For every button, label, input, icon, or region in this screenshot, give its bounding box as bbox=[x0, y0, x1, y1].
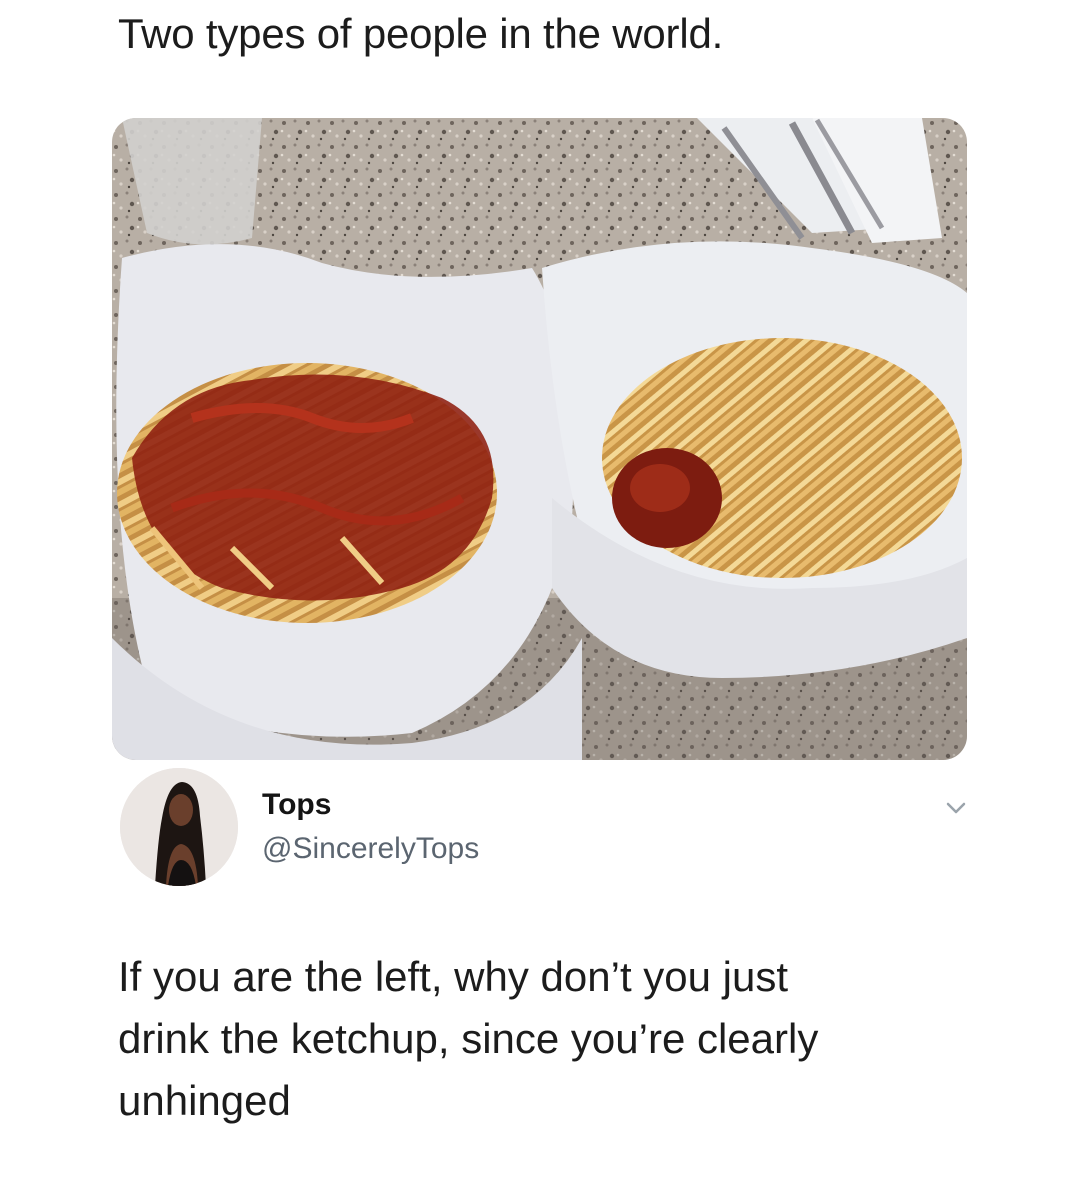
post-photo[interactable] bbox=[112, 118, 967, 760]
author-display-name[interactable]: Tops bbox=[262, 788, 331, 822]
post-caption: Two types of people in the world. bbox=[118, 10, 724, 57]
post-body-text: If you are the left, why don’t you just … bbox=[118, 946, 978, 1132]
avatar[interactable] bbox=[120, 768, 238, 886]
fries-photo bbox=[112, 118, 967, 760]
avatar-icon bbox=[120, 768, 238, 886]
author-row[interactable]: Tops @SincerelyTops bbox=[120, 768, 970, 893]
author-handle[interactable]: @SincerelyTops bbox=[262, 832, 479, 866]
post-body-line: If you are the left, why don’t you just bbox=[118, 953, 789, 1000]
chevron-down-icon[interactable] bbox=[942, 796, 970, 820]
post-body-line: drink the ketchup, since you’re clearly bbox=[118, 1015, 819, 1062]
post-body-line: unhinged bbox=[118, 1077, 291, 1124]
